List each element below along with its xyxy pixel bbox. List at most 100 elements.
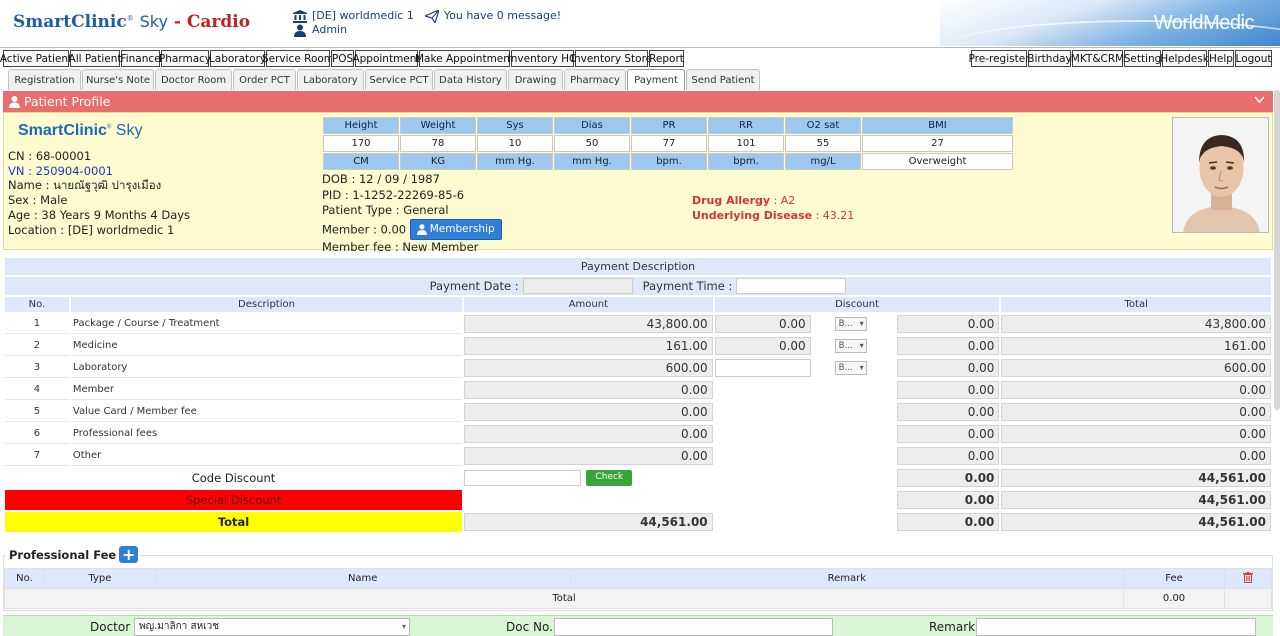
row-discount[interactable]: 0.00	[714, 337, 811, 355]
tab-doctor-room[interactable]: Doctor Room	[155, 69, 232, 90]
add-professional-fee-button[interactable]: +	[119, 545, 139, 564]
code-discount-input[interactable]	[464, 470, 582, 486]
tab-data-history[interactable]: Data History	[434, 69, 507, 90]
nav-finance[interactable]: Finance	[120, 50, 161, 67]
vital-header: PR	[631, 117, 707, 134]
row-discount-type[interactable]: B...	[834, 361, 867, 375]
patient-vn[interactable]: VN : 250904-0001	[8, 164, 190, 179]
row-discount-type[interactable]: B...	[834, 339, 867, 353]
col-description: Description	[70, 297, 463, 312]
tab-registration[interactable]: Registration	[8, 69, 81, 90]
row-description: Value Card / Member fee	[70, 402, 463, 422]
row-discount-empty	[715, 380, 895, 400]
nav-pos[interactable]: POS	[331, 50, 354, 67]
row-description: Package / Course / Treatment	[70, 314, 463, 334]
patient-location: Location : [DE] worldmedic 1	[8, 222, 175, 237]
total-spacer	[715, 512, 895, 532]
nav-inventory-store[interactable]: Inventory Store	[571, 50, 652, 67]
nav-laboratory[interactable]: Laboratory	[209, 50, 266, 67]
payment-row: 3Laboratory600.00B...0.00600.00	[5, 358, 1271, 378]
nav-make-appointment[interactable]: Make Appointment	[415, 50, 514, 67]
patient-profile-bar[interactable]: Patient Profile	[3, 91, 1273, 112]
row-no: 6	[5, 424, 69, 444]
trash-icon[interactable]	[1243, 571, 1253, 586]
nav-birthday[interactable]: Birthday	[1027, 50, 1072, 67]
partner-banner: WorldMedic	[940, 0, 1280, 46]
vital-value: 78	[400, 135, 476, 152]
clinic-name[interactable]: [DE] worldmedic 1	[312, 9, 414, 23]
vital-value: 50	[554, 135, 630, 152]
tab-pharmacy[interactable]: Pharmacy	[564, 69, 626, 90]
nav-mkt-crm[interactable]: MKT&CRM	[1071, 50, 1124, 67]
patient-dob: DOB : 12 / 09 / 1987	[322, 172, 440, 186]
row-total: 600.00	[1001, 359, 1271, 377]
vital-header: Dias	[554, 117, 630, 134]
clinic-logo: SmartClinic® Sky	[18, 122, 143, 139]
tab-drawing[interactable]: Drawing	[508, 69, 563, 90]
tab-laboratory[interactable]: Laboratory	[297, 69, 364, 90]
message-link[interactable]: You have 0 message!	[444, 9, 561, 23]
vital-value: 27	[862, 135, 1013, 152]
row-no: 3	[5, 358, 69, 378]
membership-button[interactable]: Membership	[409, 218, 502, 240]
row-discount-input[interactable]	[714, 359, 811, 377]
row-description: Other	[70, 446, 463, 466]
nav-report[interactable]: Report	[649, 50, 684, 67]
nav-service-room[interactable]: Service Room	[262, 50, 334, 67]
nav-setting[interactable]: Setting	[1124, 50, 1161, 67]
vital-value: 55	[785, 135, 861, 152]
nav-appointment[interactable]: Appointment	[352, 50, 421, 67]
patient-type: Patient Type : General	[322, 203, 449, 217]
docno-input[interactable]	[554, 618, 833, 636]
col-amount: Amount	[464, 297, 713, 312]
remark-input[interactable]	[976, 618, 1256, 636]
col-discount: Discount	[714, 297, 1000, 312]
special-discount-spacer	[464, 490, 895, 510]
row-discount-amount: 0.00	[896, 315, 1000, 333]
nav-helpdesk[interactable]: Helpdesk	[1160, 50, 1209, 67]
nav-all-patient[interactable]: All Patient	[69, 50, 121, 67]
patient-identity: CN : 68-00001 VN : 250904-0001 Name : นา…	[8, 149, 190, 237]
payment-row: 1 Package / Course / Treatment 43,800.00 0.…	[5, 314, 1271, 334]
patient-name: Name : นายณัฐวุฒิ ปารุงเมือง	[8, 178, 162, 193]
special-discount-total: 44,561.00	[1001, 491, 1271, 509]
patient-photo	[1172, 117, 1269, 233]
total-amount: 44,561.00	[464, 513, 713, 531]
payment-row: 5 Value Card / Member fee 0.00 0.00 0.00	[5, 402, 1271, 422]
tab-service-pct[interactable]: Service PCT	[365, 69, 433, 90]
row-description: Laboratory	[70, 358, 463, 378]
pf-col-fee: Fee	[1123, 568, 1225, 589]
nav-logout[interactable]: Logout	[1235, 50, 1272, 67]
drug-allergy-value: : A2	[770, 194, 796, 207]
payment-time-field[interactable]	[736, 278, 847, 294]
row-no: 4	[5, 380, 69, 400]
tab-send-patient[interactable]: Send Patient	[686, 69, 760, 90]
tab-nurses-note[interactable]: Nurse's Note	[82, 69, 154, 90]
nav-inventory-ho[interactable]: Inventory HO	[508, 50, 577, 67]
nav-pharmacy[interactable]: Pharmacy	[159, 50, 211, 67]
check-button[interactable]: Check	[586, 470, 633, 486]
nav-active-patient[interactable]: Active Patient	[0, 50, 72, 67]
user-name[interactable]: Admin	[312, 23, 347, 37]
payment-time-label: Payment Time :	[642, 279, 733, 293]
row-discount[interactable]: 0.00	[714, 315, 811, 333]
professional-fee-table: No. Type Name Remark Fee Total 0.00	[3, 568, 1272, 609]
paper-plane-icon[interactable]	[424, 9, 440, 23]
row-discount-amount: 0.00	[896, 337, 1000, 355]
page-scrollbar[interactable]	[1274, 90, 1280, 410]
vital-value: 170	[323, 135, 399, 152]
row-discount-type[interactable]: B...	[834, 317, 867, 331]
payment-date-field[interactable]	[522, 278, 633, 294]
patient-age: Age : 38 Years 9 Months 4 Days	[8, 207, 191, 222]
row-amount: 0.00	[464, 447, 713, 465]
chevron-down-icon[interactable]	[1254, 93, 1265, 107]
doctor-select[interactable]: พญ.มาลิกา สหเวช ▾	[134, 618, 410, 636]
row-amount: 600.00	[464, 359, 713, 377]
logo-sky: Sky	[115, 122, 143, 139]
row-amount: 0.00	[464, 381, 713, 399]
professional-fee-title: Professional Fee	[9, 547, 117, 562]
nav-pre-register[interactable]: Pre-register	[969, 50, 1030, 67]
nav-help[interactable]: Help	[1208, 50, 1234, 67]
tab-order-pct[interactable]: Order PCT	[233, 69, 296, 90]
tab-payment[interactable]: Payment	[627, 69, 685, 90]
